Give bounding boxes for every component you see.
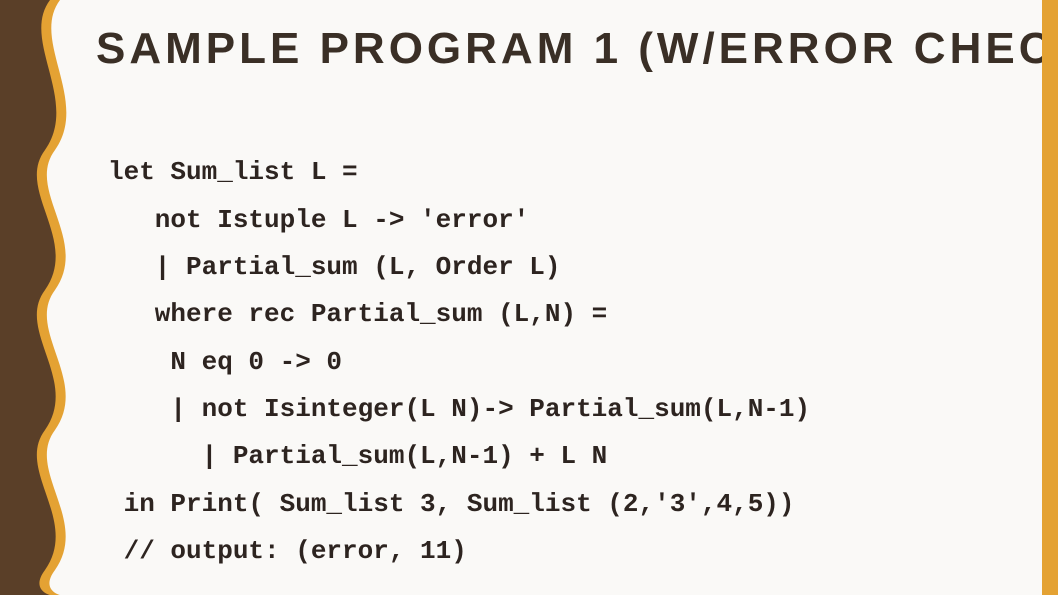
code-line: where rec Partial_sum (L,N) = [108, 299, 607, 329]
code-line: N eq 0 -> 0 [108, 347, 342, 377]
code-line: in Print( Sum_list 3, Sum_list (2,'3',4,… [108, 489, 795, 519]
code-line: not Istuple L -> 'error' [108, 205, 529, 235]
code-line: // output: (error, 11) [108, 536, 467, 566]
code-line: | not Isinteger(L N)-> Partial_sum(L,N-1… [108, 394, 810, 424]
left-wave-decoration [0, 0, 100, 595]
slide-content: SAMPLE PROGRAM 1 (W/ERROR CHECKING) let … [0, 0, 1058, 595]
code-block: let Sum_list L = not Istuple L -> 'error… [96, 102, 1020, 575]
slide-title: SAMPLE PROGRAM 1 (W/ERROR CHECKING) [96, 24, 1020, 74]
code-line: let Sum_list L = [108, 157, 358, 187]
code-line: | Partial_sum(L,N-1) + L N [108, 441, 607, 471]
right-accent-bar [1042, 0, 1058, 595]
code-line: | Partial_sum (L, Order L) [108, 252, 560, 282]
